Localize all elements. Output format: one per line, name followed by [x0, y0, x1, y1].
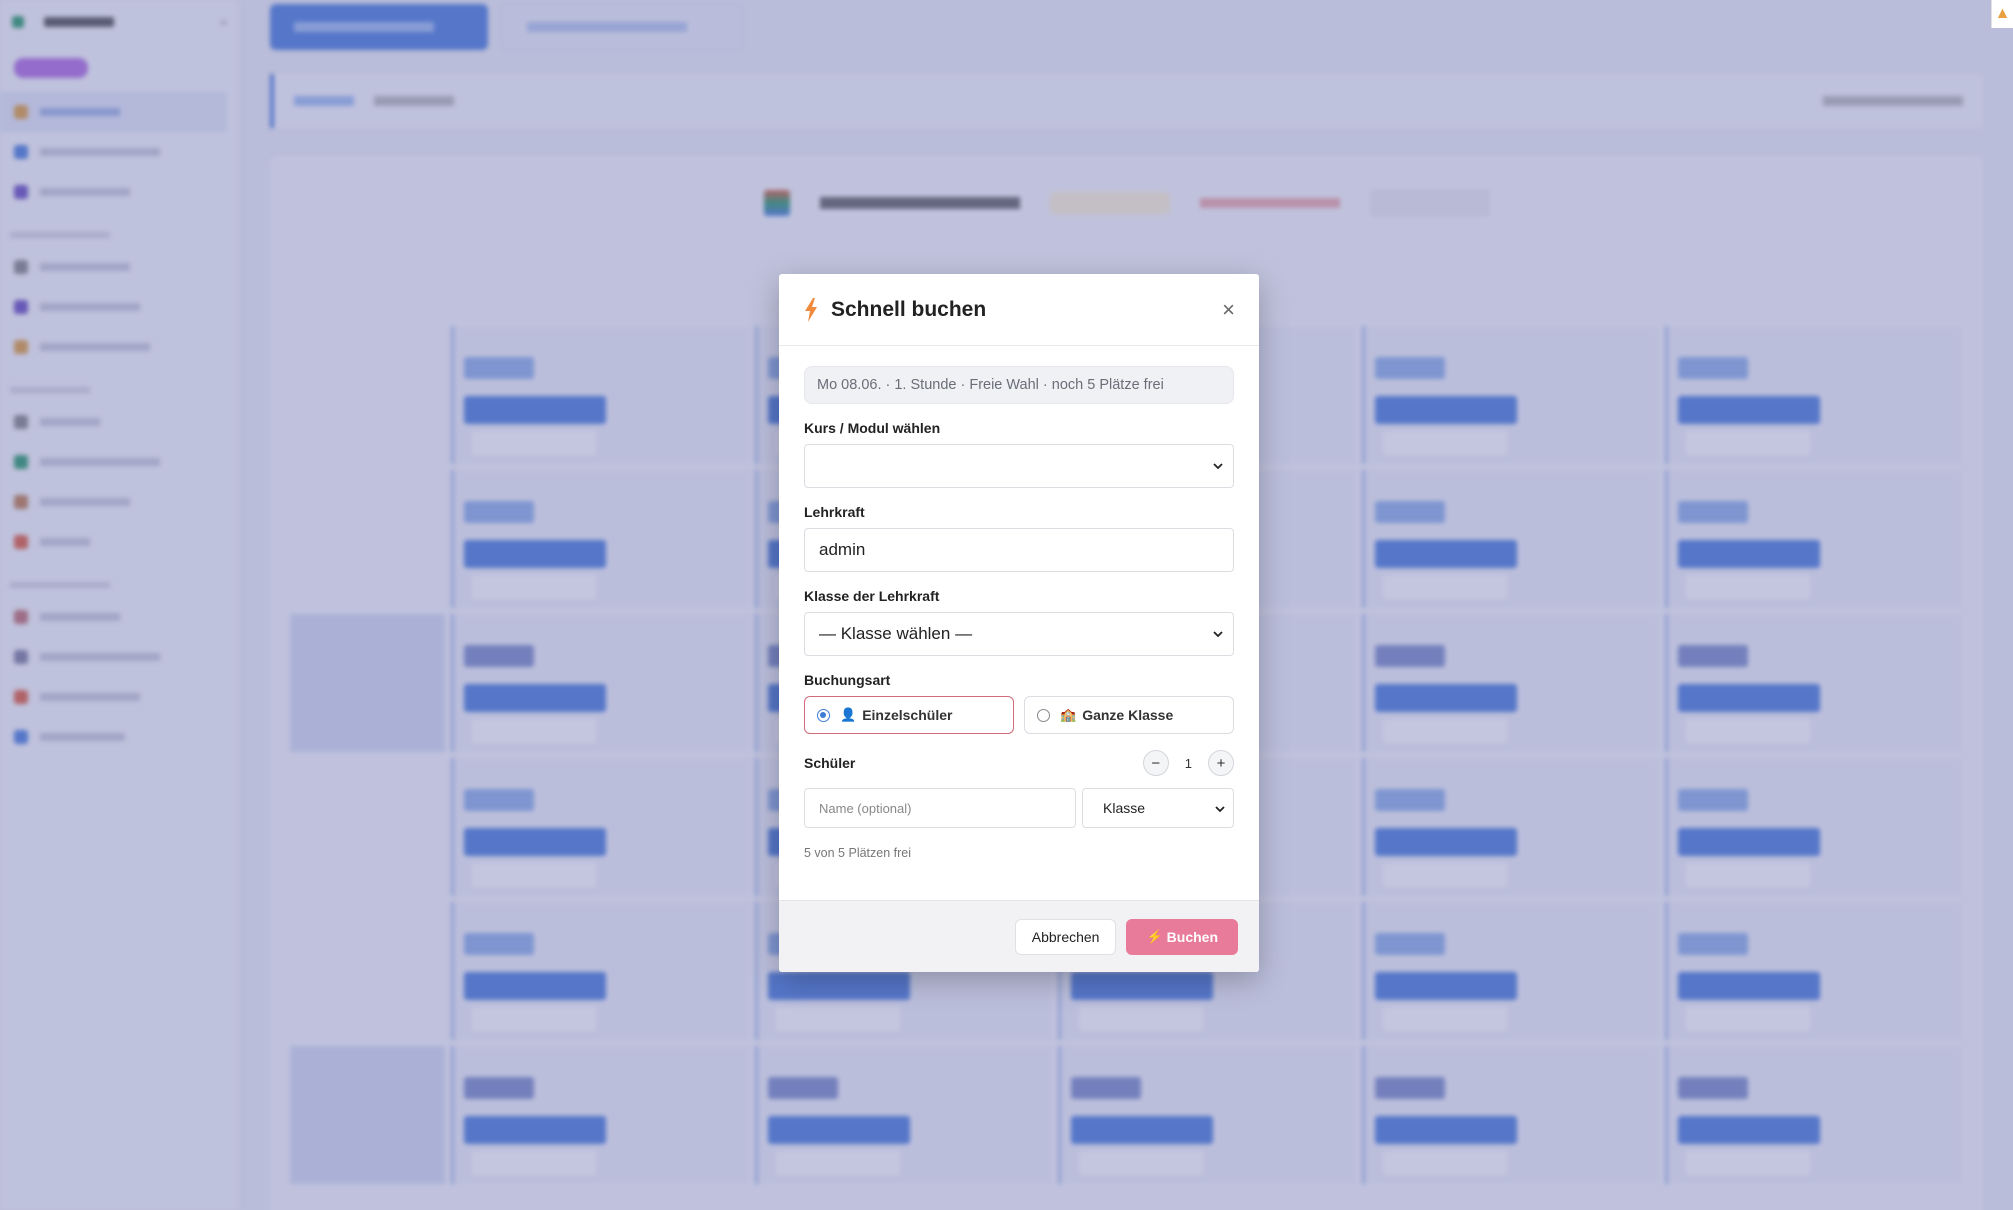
student-class-value: Klasse	[1103, 800, 1146, 816]
dialog-title: Schnell buchen	[831, 297, 987, 321]
free-seats-text: 5 von 5 Plätzen frei	[804, 846, 912, 860]
radio-class-label: Ganze Klasse	[1082, 707, 1174, 723]
chevron-down-icon	[1213, 631, 1223, 638]
dialog-footer: Abbrechen ⚡ Buchen	[779, 900, 1259, 972]
cancel-button[interactable]: Abbrechen	[1014, 918, 1117, 955]
radio-button[interactable]	[1037, 708, 1050, 722]
close-icon[interactable]: ×	[1222, 298, 1235, 321]
teacher-label: Lehrkraft	[804, 504, 865, 520]
course-select[interactable]	[804, 444, 1234, 488]
quick-booking-dialog: Schnell buchen × Mo 08.06. · 1. Stunde ·…	[779, 274, 1259, 972]
lightning-icon	[805, 297, 817, 322]
booking-type-label: Buchungsart	[804, 672, 891, 688]
students-stepper: − 1 +	[1142, 750, 1234, 776]
lightning-icon: ⚡	[1146, 928, 1163, 944]
chevron-down-icon	[1215, 806, 1225, 813]
decrement-button[interactable]: −	[1142, 750, 1169, 776]
dialog-body: Mo 08.06. · 1. Stunde · Freie Wahl · noc…	[779, 346, 1259, 860]
student-name-input[interactable]: Name (optional)	[804, 788, 1076, 828]
booking-type-group: 👤 Einzelschüler 🏫 Ganze Klasse	[804, 696, 1234, 734]
students-label: Schüler	[804, 755, 856, 771]
radio-single-label: Einzelschüler	[862, 707, 953, 723]
bell-icon[interactable]: ▲	[1991, 0, 2013, 28]
book-button-label: Buchen	[1166, 928, 1218, 945]
radio-single-student[interactable]: 👤 Einzelschüler	[804, 696, 1014, 734]
radio-whole-class[interactable]: 🏫 Ganze Klasse	[1024, 696, 1234, 734]
teacher-class-label: Klasse der Lehrkraft	[804, 588, 940, 604]
slot-info: Mo 08.06. · 1. Stunde · Freie Wahl · noc…	[804, 366, 1234, 404]
students-header: Schüler − 1 +	[804, 750, 1234, 776]
increment-button[interactable]: +	[1208, 750, 1234, 776]
dialog-header: Schnell buchen ×	[779, 274, 1259, 346]
students-count: 1	[1184, 755, 1192, 771]
student-class-select[interactable]: Klasse	[1082, 788, 1234, 828]
course-label: Kurs / Modul wählen	[804, 420, 941, 436]
teacher-class-value: — Klasse wählen —	[819, 624, 973, 643]
chevron-down-icon	[1213, 463, 1223, 470]
teacher-input-value: admin	[819, 540, 866, 559]
teacher-class-select[interactable]: — Klasse wählen —	[804, 612, 1234, 656]
teacher-input[interactable]: admin	[804, 528, 1234, 572]
student-row: Name (optional) Klasse	[804, 788, 1234, 828]
book-button[interactable]: ⚡ Buchen	[1126, 918, 1238, 955]
person-icon: 👤	[840, 707, 857, 722]
radio-button[interactable]	[817, 708, 830, 722]
school-icon: 🏫	[1060, 707, 1077, 722]
